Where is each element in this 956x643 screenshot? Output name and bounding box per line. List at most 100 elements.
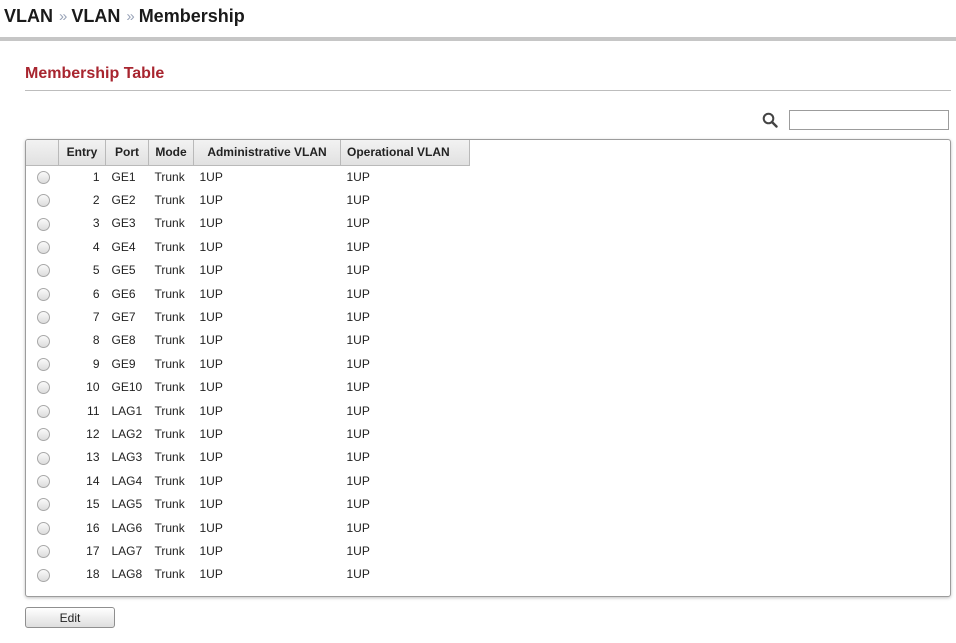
table-row[interactable]: 2 GE2 Trunk 1UP 1UP — [26, 188, 470, 211]
column-header-entry[interactable]: Entry — [58, 140, 106, 166]
row-select-radio[interactable] — [36, 311, 50, 325]
table-row[interactable]: 5 GE5 Trunk 1UP 1UP — [26, 259, 470, 282]
administrative-vlan-cell: 1UP — [199, 543, 223, 558]
operational-vlan-cell: 1UP — [346, 333, 370, 348]
row-select-radio[interactable] — [36, 194, 50, 208]
port-cell: LAG2 — [111, 426, 143, 441]
row-select-radio[interactable] — [36, 334, 50, 348]
port-cell: GE9 — [111, 356, 136, 371]
table-row[interactable]: 3 GE3 Trunk 1UP 1UP — [26, 212, 470, 235]
operational-vlan-cell: 1UP — [346, 426, 370, 441]
row-select-radio[interactable] — [36, 381, 50, 395]
operational-vlan-cell: 1UP — [346, 216, 370, 231]
port-cell: LAG6 — [111, 520, 143, 535]
row-select-cell — [26, 539, 59, 562]
table-row[interactable]: 9 GE9 Trunk 1UP 1UP — [26, 352, 470, 375]
port-cell: LAG7 — [111, 543, 143, 558]
table-row[interactable]: 12 LAG2 Trunk 1UP 1UP — [26, 422, 470, 445]
column-header-port[interactable]: Port — [105, 140, 149, 166]
breadcrumb-item-vlan-sub[interactable]: VLAN — [71, 6, 120, 27]
entry-cell: 4 — [92, 239, 100, 254]
table-row[interactable]: 16 LAG6 Trunk 1UP 1UP — [26, 516, 470, 539]
mode-cell: Trunk — [154, 497, 185, 512]
table-row[interactable]: 14 LAG4 Trunk 1UP 1UP — [26, 469, 470, 492]
port-cell: GE4 — [111, 239, 136, 254]
row-select-radio[interactable] — [36, 404, 50, 418]
administrative-vlan-cell: 1UP — [199, 169, 223, 184]
row-select-cell — [26, 282, 59, 305]
operational-vlan-cell: 1UP — [346, 497, 370, 512]
search-input[interactable] — [789, 110, 949, 130]
row-select-cell — [26, 446, 59, 469]
column-header-operational-vlan[interactable]: Operational VLAN — [340, 140, 470, 166]
entry-cell: 9 — [92, 356, 100, 371]
port-cell: GE3 — [111, 216, 136, 231]
mode-cell: Trunk — [154, 286, 185, 301]
administrative-vlan-cell: 1UP — [199, 450, 223, 465]
administrative-vlan-cell: 1UP — [199, 567, 223, 582]
port-cell: GE5 — [111, 263, 136, 278]
table-row[interactable]: 4 GE4 Trunk 1UP 1UP — [26, 235, 470, 258]
mode-cell: Trunk — [154, 239, 185, 254]
row-select-radio[interactable] — [36, 545, 50, 559]
table-body: 1 GE1 Trunk 1UP 1UP 2 GE2 Trunk 1UP 1UP 3 GE3 Trunk 1… — [26, 165, 470, 586]
column-header-administrative-vlan[interactable]: Administrative VLAN — [193, 140, 341, 166]
column-header-mode[interactable]: Mode — [148, 140, 194, 166]
operational-vlan-cell: 1UP — [346, 380, 370, 395]
entry-cell: 6 — [92, 286, 100, 301]
table-row[interactable]: 10 GE10 Trunk 1UP 1UP — [26, 376, 470, 399]
row-select-cell — [26, 165, 59, 188]
row-select-radio[interactable] — [36, 474, 50, 488]
row-select-cell — [26, 259, 59, 282]
breadcrumb: VLAN » VLAN » Membership — [4, 6, 245, 27]
entry-cell: 13 — [86, 450, 100, 465]
row-select-radio[interactable] — [36, 428, 50, 442]
row-select-cell — [26, 235, 59, 258]
row-select-radio[interactable] — [36, 521, 50, 535]
row-select-cell — [26, 563, 59, 586]
row-select-radio[interactable] — [36, 217, 50, 231]
operational-vlan-cell: 1UP — [346, 193, 370, 208]
column-header-select — [26, 140, 59, 166]
row-select-radio[interactable] — [36, 357, 50, 371]
table-row[interactable]: 18 LAG8 Trunk 1UP 1UP — [26, 563, 470, 586]
row-select-radio[interactable] — [36, 568, 50, 582]
port-cell: GE7 — [111, 310, 136, 325]
table-row[interactable]: 7 GE7 Trunk 1UP 1UP — [26, 305, 470, 328]
administrative-vlan-cell: 1UP — [199, 497, 223, 512]
table-row[interactable]: 17 LAG7 Trunk 1UP 1UP — [26, 539, 470, 562]
administrative-vlan-cell: 1UP — [199, 216, 223, 231]
administrative-vlan-cell: 1UP — [199, 263, 223, 278]
search-icon[interactable] — [762, 112, 778, 128]
operational-vlan-cell: 1UP — [346, 263, 370, 278]
administrative-vlan-cell: 1UP — [199, 239, 223, 254]
entry-cell: 12 — [86, 426, 100, 441]
row-select-radio[interactable] — [36, 264, 50, 278]
table-row[interactable]: 1 GE1 Trunk 1UP 1UP — [26, 165, 470, 188]
entry-cell: 14 — [86, 473, 100, 488]
edit-button[interactable]: Edit — [25, 607, 115, 628]
table-row[interactable]: 6 GE6 Trunk 1UP 1UP — [26, 282, 470, 305]
port-cell: LAG3 — [111, 450, 143, 465]
row-select-radio[interactable] — [36, 498, 50, 512]
row-select-cell — [26, 492, 59, 515]
administrative-vlan-cell: 1UP — [199, 473, 223, 488]
mode-cell: Trunk — [154, 450, 185, 465]
row-select-radio[interactable] — [36, 171, 50, 185]
table-row[interactable]: 13 LAG3 Trunk 1UP 1UP — [26, 446, 470, 469]
table-row[interactable]: 15 LAG5 Trunk 1UP 1UP — [26, 492, 470, 515]
table-row[interactable]: 11 LAG1 Trunk 1UP 1UP — [26, 399, 470, 422]
mode-cell: Trunk — [154, 543, 185, 558]
mode-cell: Trunk — [154, 520, 185, 535]
port-cell: GE2 — [111, 193, 136, 208]
table-row[interactable]: 8 GE8 Trunk 1UP 1UP — [26, 329, 470, 352]
mode-cell: Trunk — [154, 356, 185, 371]
row-select-radio[interactable] — [36, 287, 50, 301]
row-select-radio[interactable] — [36, 451, 50, 465]
entry-cell: 18 — [86, 567, 100, 582]
operational-vlan-cell: 1UP — [346, 520, 370, 535]
entry-cell: 11 — [87, 403, 100, 418]
breadcrumb-item-vlan[interactable]: VLAN — [4, 6, 53, 27]
row-select-radio[interactable] — [36, 241, 50, 255]
operational-vlan-cell: 1UP — [346, 473, 370, 488]
